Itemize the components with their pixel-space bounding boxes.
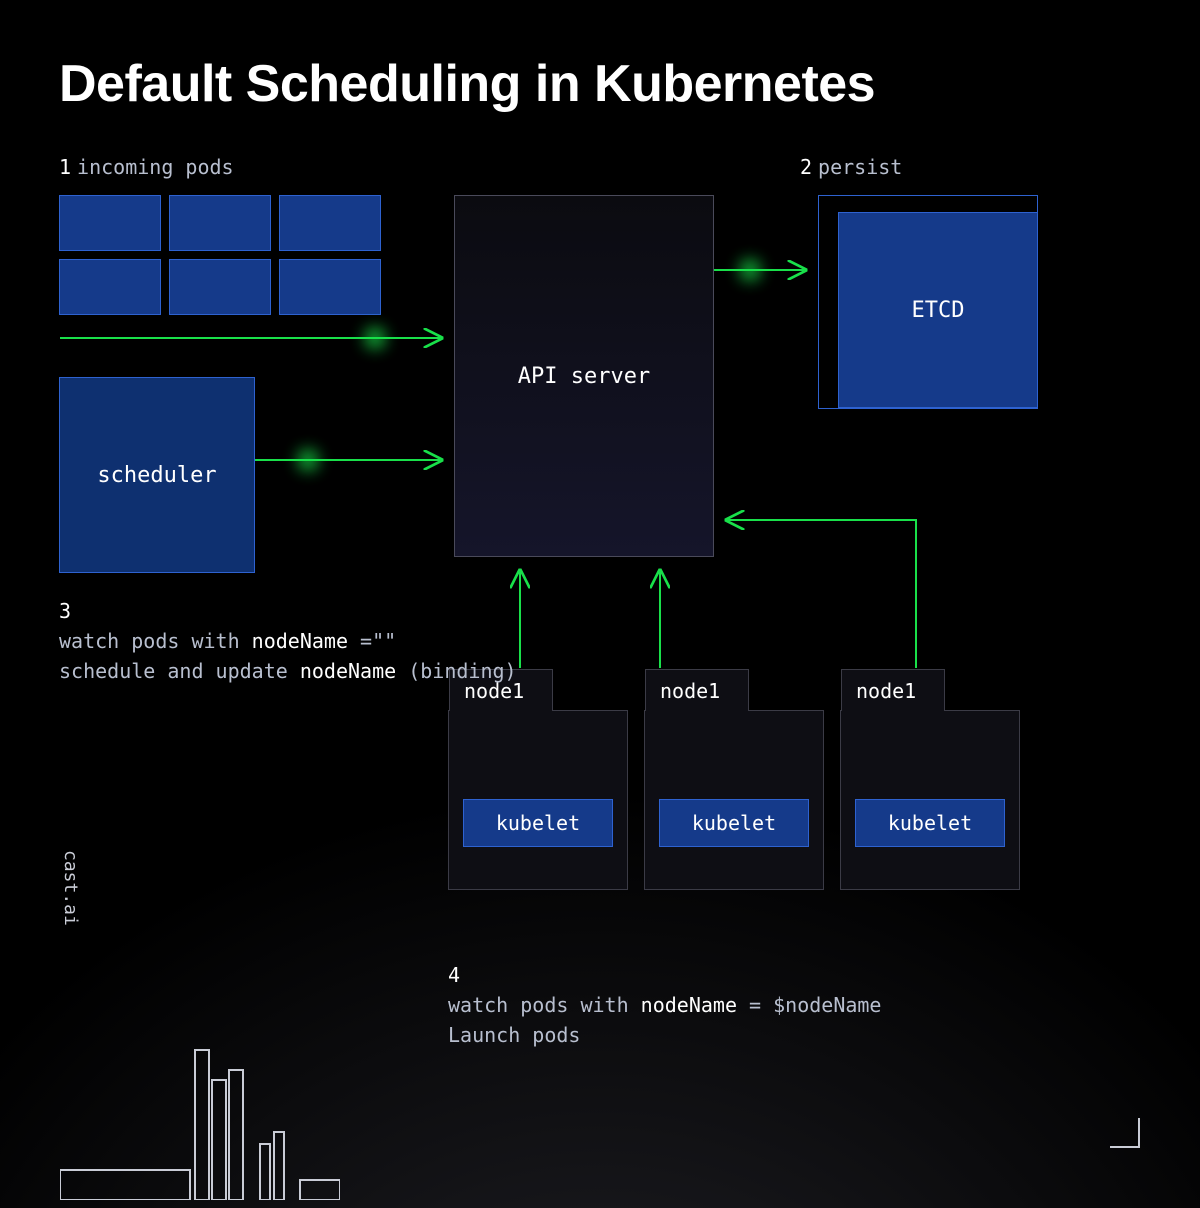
step-1-text: incoming pods: [77, 155, 234, 179]
s4-l1c: = $nodeName: [737, 993, 882, 1017]
decorative-bars-icon: [60, 1040, 340, 1200]
incoming-pods-grid: [59, 195, 381, 315]
nodes-row: node1 kubelet node1 kubelet node1 kubele…: [448, 710, 1020, 890]
step-2-text: persist: [818, 155, 902, 179]
s3-l1a: watch pods with: [59, 629, 252, 653]
scheduler-box: scheduler: [59, 377, 255, 573]
node-box: node1 kubelet: [644, 710, 824, 890]
node-name: node1: [660, 679, 720, 703]
s3-l1b: nodeName: [252, 629, 348, 653]
pod: [169, 259, 271, 315]
pod: [169, 195, 271, 251]
kubelet-box: kubelet: [659, 799, 809, 847]
node-name: node1: [856, 679, 916, 703]
kubelet-label: kubelet: [692, 811, 776, 835]
step-2-num: 2: [800, 155, 812, 179]
page-title: Default Scheduling in Kubernetes: [59, 54, 875, 114]
step-4-text: 4 watch pods with nodeName = $nodeName L…: [448, 960, 881, 1050]
s3-l2a: schedule and update: [59, 659, 300, 683]
s4-l1a: watch pods with: [448, 993, 641, 1017]
kubelet-label: kubelet: [496, 811, 580, 835]
step-1-label: 1incoming pods: [59, 155, 234, 179]
node-tab: node1: [645, 669, 749, 711]
node-box: node1 kubelet: [840, 710, 1020, 890]
kubelet-label: kubelet: [888, 811, 972, 835]
etcd-label: ETCD: [912, 298, 965, 323]
step-3-text: 3 watch pods with nodeName ="" schedule …: [59, 596, 517, 686]
kubelet-box: kubelet: [855, 799, 1005, 847]
api-server-box: API server: [454, 195, 714, 557]
step-4-num: 4: [448, 963, 460, 987]
scheduler-label: scheduler: [97, 463, 216, 488]
corner-mark-icon: [1110, 1118, 1140, 1148]
etcd-box: ETCD: [838, 212, 1038, 408]
api-server-label: API server: [518, 364, 650, 389]
s4-l1b: nodeName: [641, 993, 737, 1017]
s3-l2c: (binding): [396, 659, 516, 683]
s3-l2b: nodeName: [300, 659, 396, 683]
brand-text: cast.ai: [60, 850, 81, 926]
step-1-num: 1: [59, 155, 71, 179]
node-tab: node1: [841, 669, 945, 711]
pod: [279, 195, 381, 251]
s3-l1c: ="": [348, 629, 396, 653]
step-2-label: 2persist: [800, 155, 902, 179]
pod: [59, 259, 161, 315]
pod: [59, 195, 161, 251]
step-3-num: 3: [59, 599, 71, 623]
pod: [279, 259, 381, 315]
kubelet-box: kubelet: [463, 799, 613, 847]
s4-l2: Launch pods: [448, 1020, 881, 1050]
node-box: node1 kubelet: [448, 710, 628, 890]
